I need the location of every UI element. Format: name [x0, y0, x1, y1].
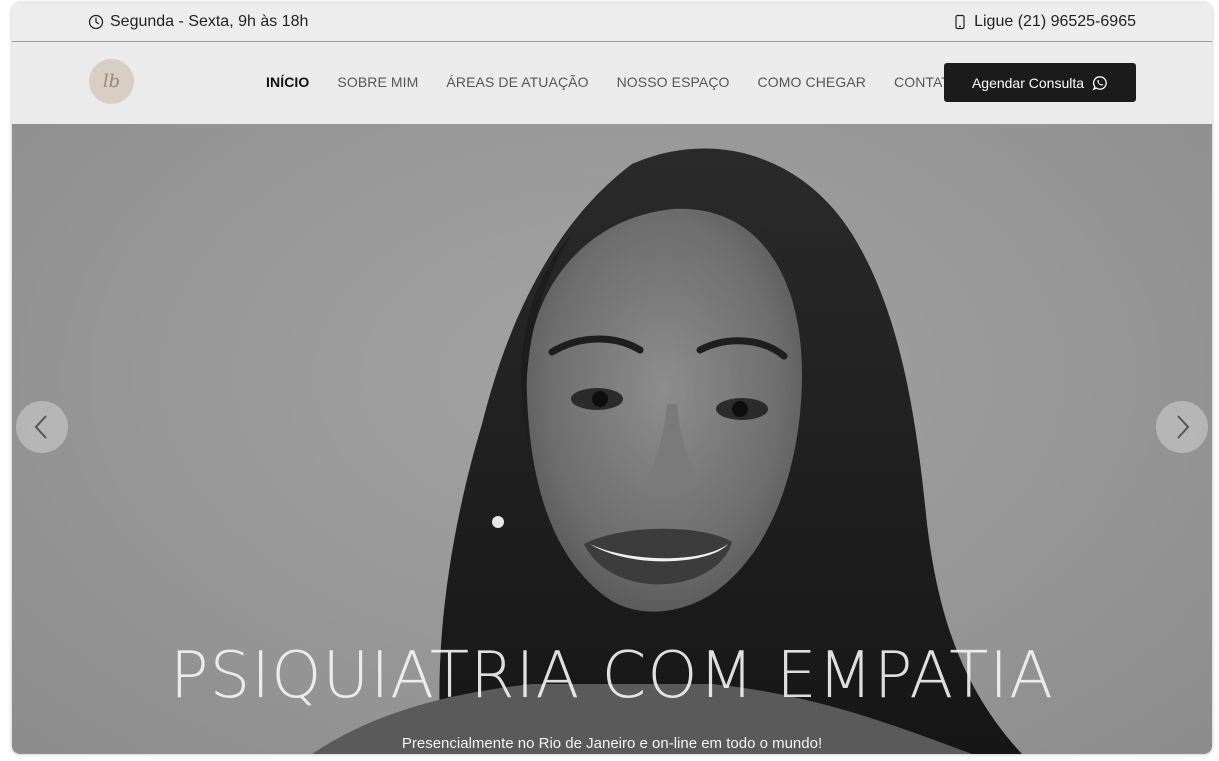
nav-item-areas-de-atuacao[interactable]: ÁREAS DE ATUAÇÃO: [446, 74, 588, 90]
browser-viewport: Segunda - Sexta, 9h às 18h Ligue (21) 96…: [12, 3, 1212, 754]
chevron-right-icon: [1172, 414, 1192, 440]
main-nav: INÍCIO SOBRE MIM ÁREAS DE ATUAÇÃO NOSSO …: [266, 74, 970, 90]
top-info-bar: Segunda - Sexta, 9h às 18h Ligue (21) 96…: [12, 3, 1212, 42]
business-hours-text: Segunda - Sexta, 9h às 18h: [110, 13, 309, 30]
slider-prev-button[interactable]: [16, 401, 68, 453]
schedule-appointment-label: Agendar Consulta: [971, 74, 1085, 91]
schedule-appointment-button[interactable]: Agendar Consulta: [944, 63, 1136, 102]
nav-item-como-chegar[interactable]: COMO CHEGAR: [758, 74, 866, 90]
phone-contact[interactable]: Ligue (21) 96525-6965: [952, 13, 1136, 31]
nav-item-nosso-espaco[interactable]: NOSSO ESPAÇO: [617, 74, 730, 90]
site-header: lb INÍCIO SOBRE MIM ÁREAS DE ATUAÇÃO NOS…: [12, 42, 1212, 124]
hero-subheadline: Presencialmente no Rio de Janeiro e on-l…: [401, 735, 823, 752]
hero-headline: PSIQUIATRIA COM EMPATIA: [170, 639, 1054, 713]
clock-icon: [88, 14, 104, 30]
hero-slider: PSIQUIATRIA COM EMPATIA Presencialmente …: [12, 124, 1212, 754]
slider-next-button[interactable]: [1156, 401, 1208, 453]
logo-monogram: lb: [102, 71, 121, 92]
site-logo[interactable]: lb: [89, 59, 134, 104]
nav-item-sobre-mim[interactable]: SOBRE MIM: [337, 74, 418, 90]
chevron-left-icon: [32, 414, 52, 440]
nav-item-inicio[interactable]: INÍCIO: [266, 74, 309, 90]
phone-icon: [952, 14, 968, 30]
business-hours: Segunda - Sexta, 9h às 18h: [88, 13, 308, 31]
phone-text[interactable]: Ligue (21) 96525-6965: [974, 13, 1136, 31]
whatsapp-icon: [1092, 75, 1108, 91]
